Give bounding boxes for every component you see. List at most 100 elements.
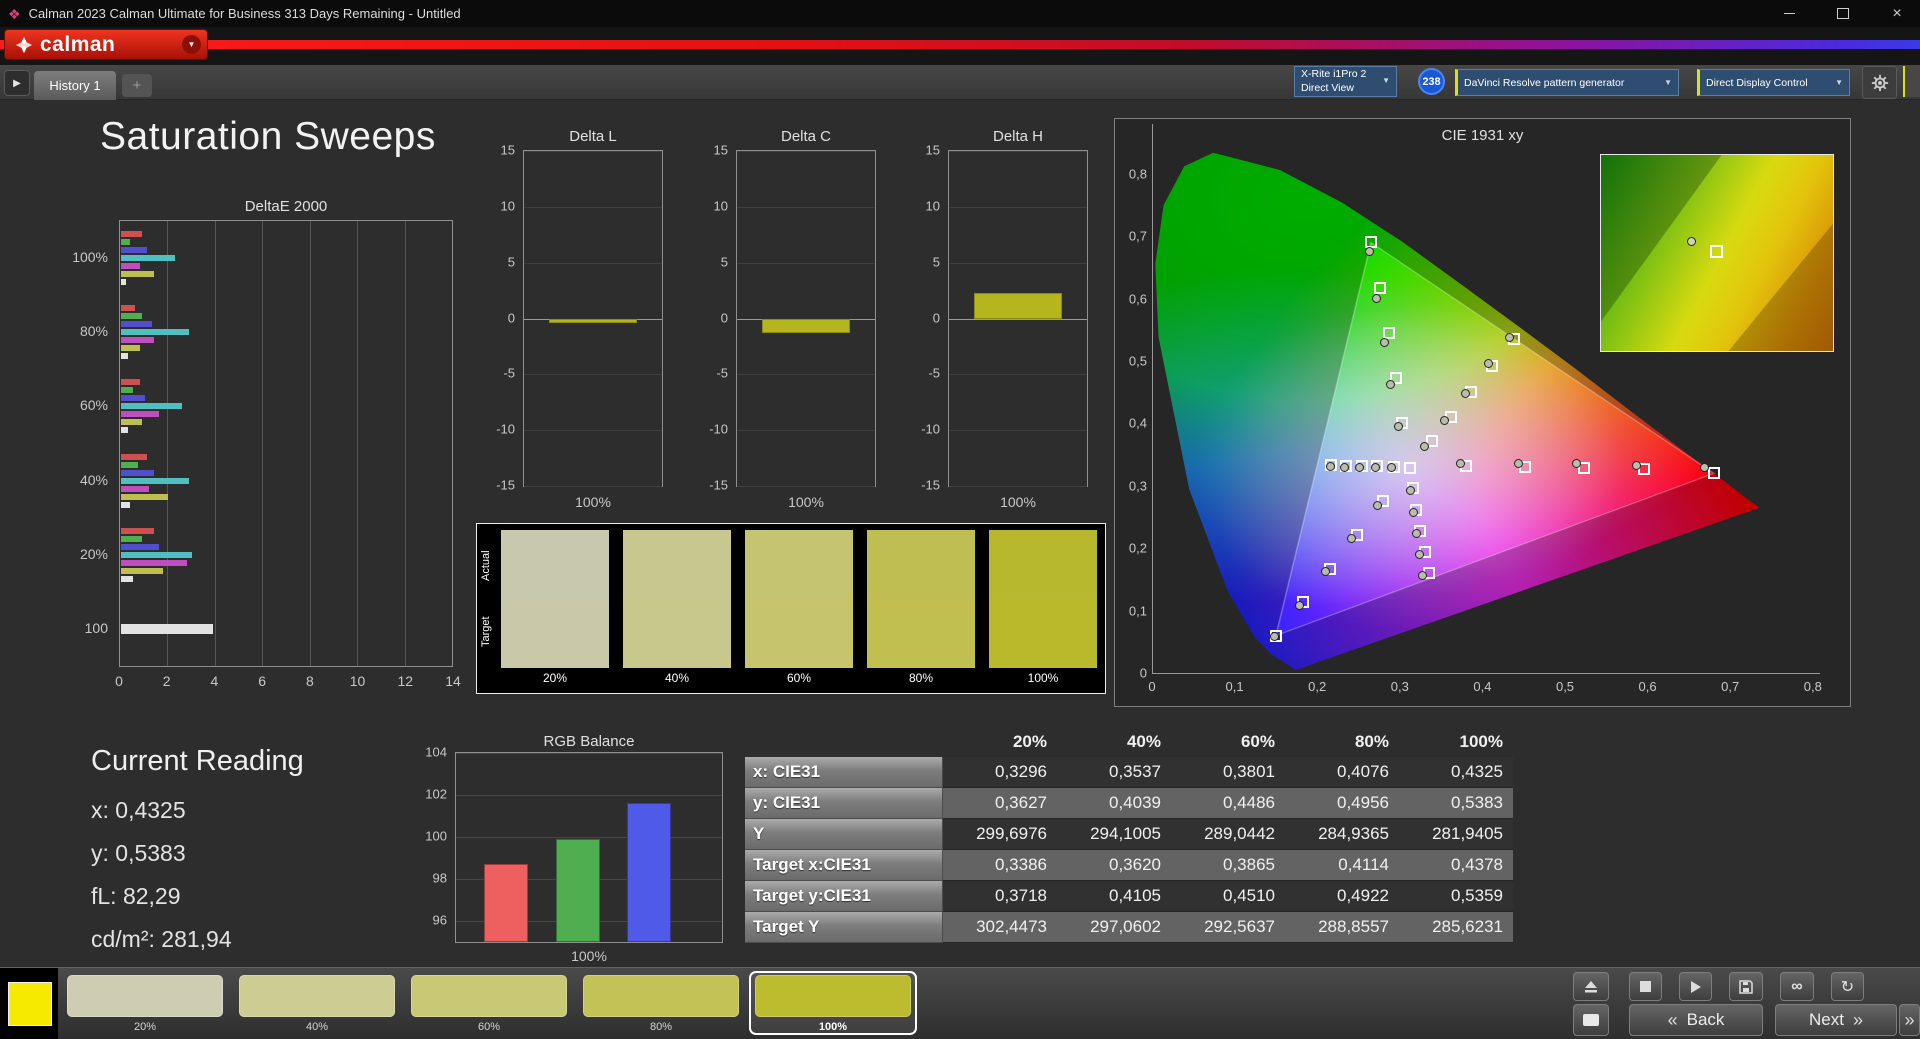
- actual-swatch: [501, 530, 609, 599]
- reading-cdm2: cd/m²: 281,94: [91, 926, 232, 952]
- deltae-y-tick-label: 60%: [79, 397, 108, 414]
- tick-label: -10: [496, 421, 515, 437]
- pattern-generator-dropdown[interactable]: DaVinci Resolve pattern generator ▼: [1455, 69, 1679, 96]
- active-pattern-swatch: [8, 982, 52, 1026]
- back-button[interactable]: « Back: [1629, 1004, 1763, 1036]
- calman-main-menu-button[interactable]: calman ▼: [5, 30, 207, 59]
- chevron-down-icon: ▼: [1835, 78, 1843, 87]
- cie-x-tick-label: 0,2: [1308, 679, 1327, 694]
- pattern-swatch: [755, 975, 911, 1017]
- monitor-icon: [1583, 1014, 1599, 1026]
- tick-label: 5: [507, 254, 515, 270]
- table-cell: 294,1005: [1057, 819, 1171, 850]
- add-tab-button[interactable]: +: [122, 74, 152, 97]
- settings-button[interactable]: [1862, 66, 1897, 99]
- swatch-label: 80%: [908, 671, 934, 685]
- cie-measured-marker: [1631, 460, 1641, 470]
- deltae-bar: [121, 543, 159, 550]
- table-cell: 0,4956: [1285, 788, 1399, 819]
- pattern-button-20%[interactable]: 20%: [62, 972, 228, 1034]
- deltae-bar: [121, 321, 152, 328]
- cie-y-tick-label: 0,5: [1128, 353, 1147, 369]
- deltae-bar: [121, 329, 190, 336]
- history-nav-button[interactable]: ▶: [4, 70, 30, 96]
- tick-label: -15: [709, 477, 728, 493]
- rgb-ylabels: 104 102 100 98 96: [405, 745, 451, 943]
- tick-label: 100: [425, 828, 447, 844]
- tick-label: -10: [709, 421, 728, 437]
- deltae-bar: [121, 493, 169, 500]
- next-page-button[interactable]: »: [1899, 1004, 1920, 1036]
- tick-label: -15: [921, 477, 940, 493]
- pattern-swatch: [411, 975, 567, 1017]
- chart-title: Delta L: [569, 128, 617, 145]
- tick-label: -5: [716, 365, 728, 381]
- pattern-button-100%[interactable]: 100%: [749, 971, 917, 1035]
- tick-label: 102: [425, 786, 447, 802]
- right-edge-tab[interactable]: [1903, 66, 1920, 97]
- pattern-swatch: [239, 975, 395, 1017]
- tick-label: 5: [932, 254, 940, 270]
- logo-dropdown-icon: ▼: [182, 35, 201, 54]
- deltae-chart-title: DeltaE 2000: [244, 198, 328, 215]
- deltae-bar: [121, 419, 143, 426]
- cie-y-tick-label: 0,3: [1128, 478, 1147, 494]
- cie-x-tick-label: 0,8: [1803, 679, 1822, 694]
- deltae-bar: [121, 239, 131, 246]
- window-maximize-button[interactable]: [1820, 0, 1866, 27]
- play-button[interactable]: [1679, 972, 1712, 1001]
- chart-xlabel: 100%: [575, 494, 611, 510]
- pattern-label: 20%: [133, 1021, 157, 1033]
- cie-y-tick-label: 0,2: [1128, 540, 1147, 556]
- tick-label: -10: [921, 421, 940, 437]
- tick-label: -5: [503, 365, 515, 381]
- pattern-button-60%[interactable]: 60%: [406, 972, 572, 1034]
- rgb-bar-red: [484, 864, 528, 942]
- chevron-right-icon: »: [1904, 1009, 1915, 1030]
- refresh-button[interactable]: ↻: [1831, 972, 1864, 1001]
- gridline: [524, 206, 662, 208]
- table-cell: 0,4325: [1399, 757, 1513, 788]
- table-cell: 0,3801: [1171, 757, 1285, 788]
- cie-y-tick-label: 0: [1139, 665, 1147, 681]
- display-control-dropdown[interactable]: Direct Display Control ▼: [1697, 69, 1850, 96]
- gridline: [524, 486, 662, 487]
- pattern-label: 100%: [818, 1021, 848, 1033]
- eject-button[interactable]: [1573, 972, 1609, 1001]
- meter-dropdown[interactable]: X-Rite i1Pro 2 Direct View ▼: [1294, 66, 1397, 97]
- table-cell: 0,5359: [1399, 881, 1513, 912]
- chart-yaxis: 15 10 5 0 -5 -10 -15: [696, 143, 732, 493]
- cie-target-marker: [1707, 467, 1720, 480]
- tick-label: 0: [932, 310, 940, 325]
- calman-logo-text: calman: [40, 32, 116, 56]
- pattern-button-40%[interactable]: 40%: [234, 972, 400, 1034]
- window-minimize-button[interactable]: [1766, 0, 1812, 27]
- minimize-icon: [1783, 13, 1795, 14]
- chart-plot: [736, 150, 876, 487]
- loop-button[interactable]: ∞: [1780, 972, 1814, 1001]
- chart-plot: [523, 150, 663, 487]
- window-close-button[interactable]: ×: [1874, 0, 1920, 27]
- deltae-bar-group: [121, 592, 451, 666]
- swatch-label: 40%: [664, 671, 690, 685]
- table-cell: 0,3627: [943, 788, 1057, 819]
- cie-measured-marker: [1339, 462, 1349, 472]
- pattern-button-80%[interactable]: 80%: [578, 972, 744, 1034]
- back-label: Back: [1686, 1010, 1725, 1029]
- deltae-bar: [121, 345, 140, 352]
- save-button[interactable]: [1729, 972, 1763, 1001]
- target-swatch: [501, 599, 609, 668]
- cie-x-tick-label: 0,3: [1390, 679, 1409, 694]
- next-button[interactable]: Next »: [1775, 1004, 1897, 1036]
- table-cell: 0,4076: [1285, 757, 1399, 788]
- table-row-label: Target Y: [745, 912, 943, 943]
- gridline: [737, 151, 875, 152]
- pattern-window-button[interactable]: [1573, 1004, 1609, 1036]
- cie-x-tick-label: 0,4: [1473, 679, 1492, 694]
- tab-history-1[interactable]: History 1: [34, 71, 116, 100]
- pattern-swatch: [583, 975, 739, 1017]
- deltae-bar-group: [121, 221, 451, 295]
- chevron-left-icon: «: [1667, 1009, 1678, 1030]
- stop-button[interactable]: [1629, 972, 1662, 1001]
- deltae-y-tick-label: 100%: [72, 249, 108, 266]
